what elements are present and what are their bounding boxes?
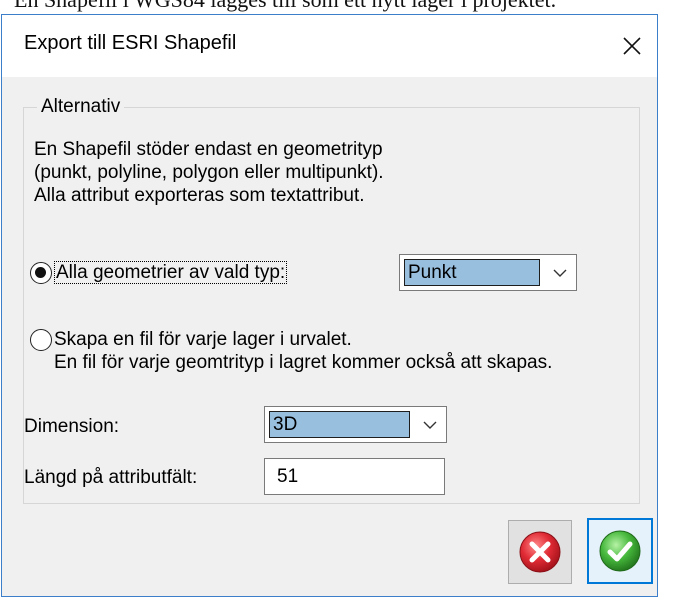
description-line-3: Alla attribut exporteras som textattribu… [34, 185, 365, 206]
radio-all-geometries-label[interactable]: Alla geometrier av vald typ: [54, 261, 288, 284]
chevron-down-icon [423, 421, 437, 429]
background-caption-text: En Shapefil i WGS84 lagges till som ett … [14, 0, 556, 13]
dimension-dropdown[interactable]: 3D [264, 406, 447, 443]
focus-rectangle: Alla geometrier av vald typ: [54, 261, 288, 284]
close-button[interactable] [609, 15, 655, 77]
description-line-1: En Shapefil stöder endast en geometrityp [34, 139, 383, 160]
close-icon [623, 37, 641, 55]
background-caption: En Shapefil i WGS84 lagges till som ett … [0, 0, 673, 14]
export-dialog: Export till ESRI Shapefil Alternativ En … [1, 14, 658, 597]
ok-check-icon [599, 530, 641, 572]
dialog-title: Export till ESRI Shapefil [24, 32, 237, 54]
radio-all-geometries[interactable] [30, 262, 52, 284]
radio-per-layer[interactable] [30, 329, 52, 351]
alternativ-groupbox: Alternativ En Shapefil stöder endast en … [23, 96, 640, 504]
ok-button[interactable] [587, 518, 653, 584]
groupbox-legend: Alternativ [37, 96, 125, 118]
radio-per-layer-label[interactable]: Skapa en fil för varje lager i urvalet. [54, 328, 352, 351]
cancel-x-icon [519, 531, 561, 573]
geometry-type-value: Punkt [404, 259, 540, 286]
dimension-label: Dimension: [24, 416, 120, 437]
radio-per-layer-sublabel: En fil för varje geomtrityp i lagret kom… [54, 352, 553, 373]
attribute-length-input[interactable]: 51 [264, 458, 445, 495]
attribute-length-label: Längd på attributfält: [24, 467, 198, 488]
radio-selected-dot [35, 267, 46, 278]
description-line-2: (punkt, polyline, polygon eller multipun… [34, 162, 384, 183]
chevron-down-icon [553, 269, 567, 277]
dimension-value: 3D [269, 411, 410, 438]
title-bar: Export till ESRI Shapefil [2, 15, 657, 77]
geometry-type-dropdown[interactable]: Punkt [399, 254, 577, 291]
cancel-button[interactable] [508, 520, 572, 584]
